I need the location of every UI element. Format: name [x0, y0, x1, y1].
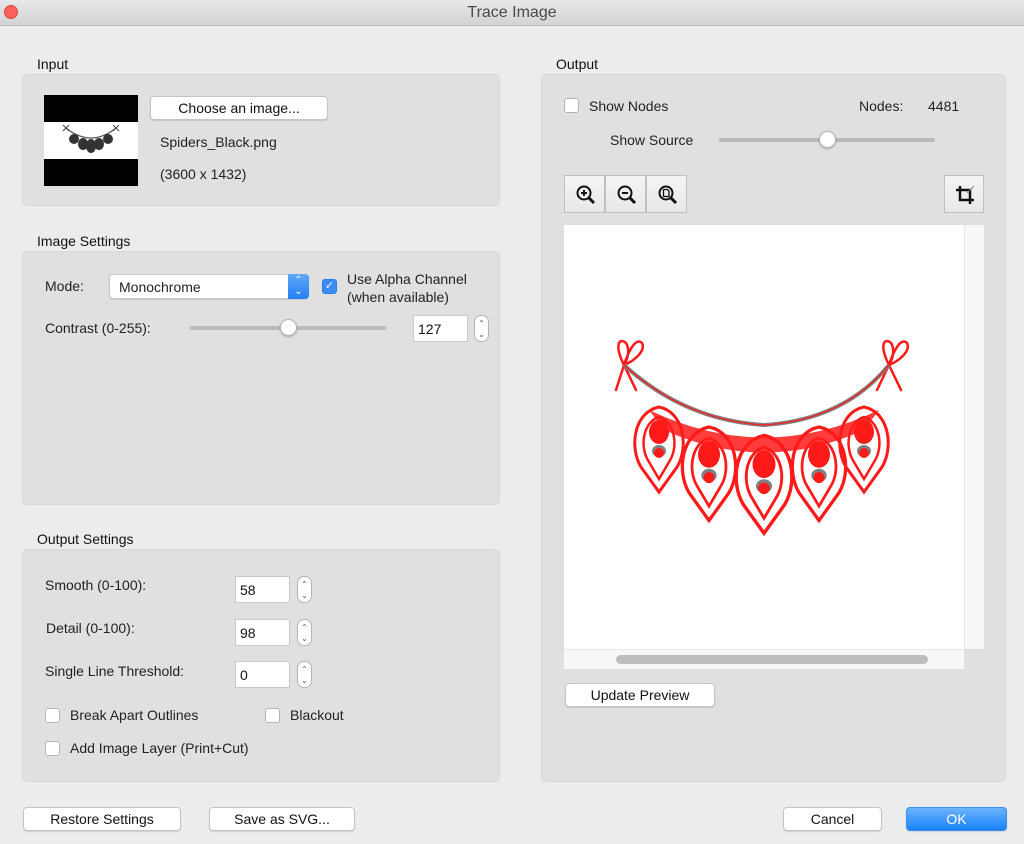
contrast-slider-knob[interactable] — [279, 319, 297, 336]
contrast-input[interactable]: 127 — [413, 315, 468, 342]
single-line-threshold-input[interactable]: 0 — [235, 661, 290, 688]
select-arrows-icon: ⌃ ⌄ — [288, 274, 309, 299]
stepper-up-icon[interactable]: ⌃ — [298, 622, 311, 633]
use-alpha-channel-sublabel: (when available) — [347, 289, 449, 305]
zoom-out-icon — [617, 185, 637, 205]
zoom-in-button[interactable] — [564, 175, 605, 213]
save-as-svg-button[interactable]: Save as SVG... — [209, 807, 355, 831]
title-bar: Trace Image — [0, 0, 1024, 26]
mode-select-value: Monochrome — [119, 279, 201, 295]
break-apart-outlines-checkbox[interactable] — [45, 708, 60, 723]
window-title: Trace Image — [467, 4, 557, 21]
stepper-up-icon[interactable]: ⌃ — [475, 318, 488, 329]
output-settings-section-label: Output Settings — [37, 531, 134, 547]
stepper-down-icon[interactable]: ⌄ — [475, 329, 488, 340]
detail-input[interactable]: 98 — [235, 619, 290, 646]
show-source-label: Show Source — [610, 132, 694, 148]
detail-stepper[interactable]: ⌃ ⌄ — [297, 619, 312, 646]
ok-button[interactable]: OK — [906, 807, 1007, 831]
smooth-stepper[interactable]: ⌃ ⌄ — [297, 576, 312, 603]
output-section-label: Output — [556, 56, 599, 72]
show-source-slider-knob[interactable] — [819, 131, 836, 148]
zoom-in-icon — [576, 185, 596, 205]
blackout-checkbox[interactable] — [265, 708, 280, 723]
preview-vertical-scrollbar[interactable] — [964, 225, 984, 649]
single-line-threshold-label: Single Line Threshold: — [45, 663, 185, 679]
smooth-input[interactable]: 58 — [235, 576, 290, 603]
break-apart-outlines-label: Break Apart Outlines — [70, 707, 199, 723]
input-section-label: Input — [37, 56, 69, 72]
stepper-down-icon[interactable]: ⌄ — [298, 633, 311, 644]
restore-settings-button[interactable]: Restore Settings — [23, 807, 181, 831]
zoom-out-button[interactable] — [605, 175, 646, 213]
nodes-count-label: Nodes: — [859, 98, 904, 114]
choose-image-button[interactable]: Choose an image... — [150, 96, 328, 120]
stepper-up-icon[interactable]: ⌃ — [298, 664, 311, 675]
crop-icon — [956, 185, 975, 204]
image-dimensions: (3600 x 1432) — [160, 166, 247, 182]
right-bow — [882, 339, 910, 367]
single-line-threshold-stepper[interactable]: ⌃ ⌄ — [297, 661, 312, 688]
preview-horizontal-scrollbar[interactable] — [564, 649, 964, 669]
show-source-slider[interactable] — [719, 131, 935, 148]
stepper-down-icon[interactable]: ⌄ — [298, 590, 311, 601]
detail-label: Detail (0-100): — [46, 620, 135, 636]
contrast-stepper[interactable]: ⌃ ⌄ — [474, 315, 489, 342]
blackout-label: Blackout — [290, 707, 344, 723]
mode-label: Mode: — [45, 278, 84, 294]
zoom-to-page-icon — [658, 185, 678, 205]
trace-preview-canvas[interactable] — [564, 225, 964, 649]
left-bow — [617, 339, 645, 367]
stepper-up-icon[interactable]: ⌃ — [298, 579, 311, 590]
contrast-slider[interactable] — [190, 319, 386, 336]
source-image-thumbnail — [44, 95, 138, 186]
image-settings-section-label: Image Settings — [37, 233, 131, 249]
show-nodes-checkbox[interactable] — [564, 98, 579, 113]
show-nodes-label: Show Nodes — [589, 98, 669, 114]
smooth-label: Smooth (0-100): — [45, 577, 147, 593]
stepper-down-icon[interactable]: ⌄ — [298, 675, 311, 686]
zoom-to-fit-button[interactable] — [646, 175, 687, 213]
mode-select[interactable]: Monochrome ⌃ ⌄ — [109, 274, 309, 299]
crop-button[interactable] — [944, 175, 984, 213]
checkmark-icon: ✓ — [324, 280, 335, 292]
use-alpha-channel-checkbox[interactable]: ✓ — [322, 279, 337, 294]
add-image-layer-checkbox[interactable] — [45, 741, 60, 756]
nodes-count-value: 4481 — [928, 98, 960, 114]
thumbnail-necklace-graphic — [62, 124, 120, 153]
horizontal-scroll-thumb[interactable] — [616, 655, 928, 664]
file-name: Spiders_Black.png — [160, 134, 277, 150]
cancel-button[interactable]: Cancel — [783, 807, 882, 831]
contrast-label: Contrast (0-255): — [45, 320, 151, 336]
traced-necklace-graphic — [614, 339, 910, 537]
use-alpha-channel-label: Use Alpha Channel — [347, 271, 467, 287]
update-preview-button[interactable]: Update Preview — [565, 683, 715, 707]
add-image-layer-label: Add Image Layer (Print+Cut) — [70, 740, 249, 756]
